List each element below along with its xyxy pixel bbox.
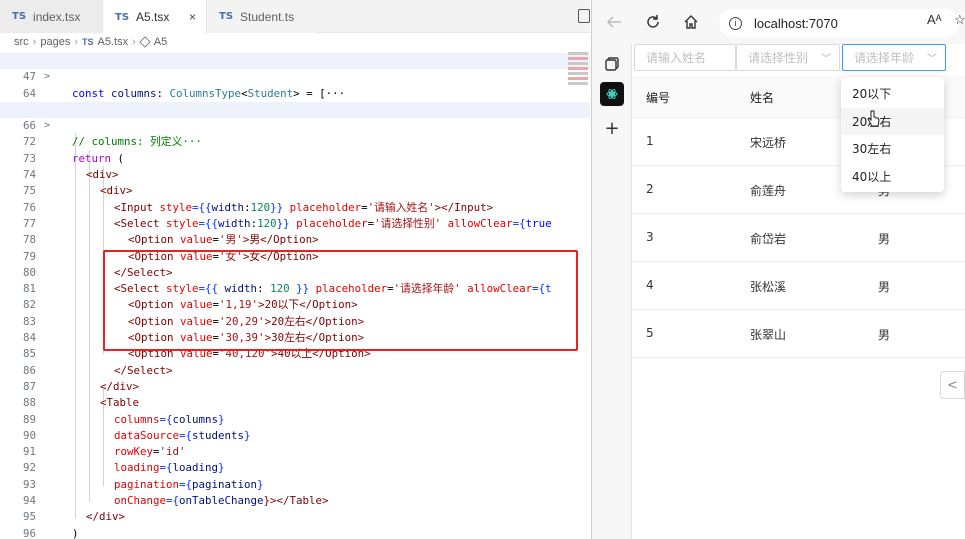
code-line: 76 <Select style={{width:120}} placehold… (0, 183, 590, 230)
typescript-file-icon: TS (219, 11, 234, 22)
age-select[interactable]: 请选择年龄 ﹀ (842, 44, 946, 71)
code-line: 47 > const columns: ColumnsType<Student> … (0, 53, 590, 100)
code-line: 77 <Option value='男'>男</Option> (0, 200, 590, 246)
typescript-file-icon: TS (12, 11, 27, 22)
web-page: 请输入姓名 请选择性别 ﹀ 请选择年龄 ﹀ 编号 姓名 1 宋远桥 2 俞莲舟 … (632, 44, 965, 539)
code-line: 79 </Select> (0, 232, 590, 279)
cell-gender: 男 (878, 328, 891, 342)
address-bar[interactable]: i localhost:7070 (719, 9, 959, 37)
code-line: 75 <Input style={{width:120}} placeholde… (0, 167, 590, 213)
cell-name: 俞莲舟 (750, 184, 787, 198)
tab-student-ts[interactable]: TS Student.ts (207, 0, 317, 33)
code-line: 92 pagination={pagination} (0, 444, 590, 490)
cell-id: 5 (646, 326, 654, 340)
column-header-id[interactable]: 编号 (646, 89, 670, 106)
split-editor-icon[interactable] (578, 9, 590, 23)
name-input-placeholder: 请输入姓名 (646, 51, 707, 65)
mouse-cursor-icon (867, 110, 880, 127)
tabs-icon[interactable] (600, 52, 624, 76)
chevron-right-icon: › (74, 36, 78, 48)
browser-toolbar: i localhost:7070 Aᴬ ☆ (592, 0, 965, 44)
cell-gender: 男 (878, 280, 891, 294)
age-option[interactable]: 40以上 (841, 163, 944, 191)
home-icon[interactable] (681, 12, 701, 32)
code-line: 91 loading={loading} (0, 428, 590, 474)
code-line: 78 <Option value='女'>女</Option> (0, 216, 590, 262)
tab-label: Student.ts (240, 9, 295, 24)
column-header-name[interactable]: 姓名 (750, 89, 774, 106)
chevron-right-icon: › (32, 36, 37, 48)
typescript-file-icon: TS (115, 11, 130, 23)
chevron-down-icon: ﹀ (927, 54, 937, 65)
breadcrumb-src[interactable]: src (14, 36, 29, 48)
star-icon[interactable]: ☆ (954, 12, 965, 28)
typescript-file-icon: TS (82, 37, 94, 47)
browser-window: i localhost:7070 Aᴬ ☆ + 请输入姓名 请选择性别 ﹀ 请选… (591, 0, 965, 539)
symbol-cube-icon (139, 36, 151, 48)
cell-id: 1 (646, 134, 654, 148)
tab-index-tsx[interactable]: TS index.tsx (0, 0, 103, 33)
code-line: 97 (0, 526, 590, 539)
breadcrumb-symbol[interactable]: A5 (154, 36, 167, 48)
cell-id: 2 (646, 182, 654, 196)
code-line: 96 } (0, 509, 590, 539)
highlight-annotation-box (103, 250, 578, 351)
code-line: 73 <div> (0, 135, 590, 181)
code-line: 88 columns={columns} (0, 379, 590, 425)
code-line: 72 return ( (0, 118, 590, 164)
editor-tab-bar: TS index.tsx TS A5.tsx × TS Student.ts (0, 0, 590, 34)
tab-label: index.tsx (33, 9, 81, 24)
code-line: 65 (0, 86, 590, 116)
gender-select-placeholder: 请选择性别 (748, 51, 809, 65)
code-line: 74 <div> (0, 151, 590, 197)
tab-a5-tsx[interactable]: TS A5.tsx × (103, 0, 207, 34)
cell-name: 张松溪 (750, 280, 787, 294)
code-line: 64 ] (0, 69, 590, 116)
table-row: 5 张翠山 男 (632, 310, 965, 358)
close-icon[interactable]: × (189, 10, 196, 24)
refresh-icon[interactable] (643, 12, 663, 32)
age-dropdown-menu: 20以下 20左右 30左右 40以上 (841, 77, 944, 192)
table-row: 4 张松溪 男 (632, 262, 965, 310)
code-line: 95 ) (0, 493, 590, 539)
breadcrumb-pages[interactable]: pages (40, 36, 70, 48)
cell-id: 4 (646, 278, 654, 292)
gender-select[interactable]: 请选择性别 ﹀ (736, 44, 840, 71)
read-aloud-icon[interactable]: Aᴬ (927, 12, 942, 27)
code-line: 89 dataSource={students} (0, 395, 590, 442)
code-line: 94 </div> (0, 477, 590, 523)
pagination-prev-button[interactable]: < (940, 371, 965, 399)
code-line: 66 > // columns: 列定义··· (0, 101, 590, 148)
age-option[interactable]: 20以下 (841, 80, 944, 108)
minimap[interactable] (568, 50, 588, 110)
info-icon[interactable]: i (729, 16, 742, 30)
age-select-placeholder: 请选择年龄 (854, 51, 915, 65)
chevron-right-icon: › (132, 36, 136, 48)
url-text: localhost:7070 (754, 15, 838, 31)
tab-label: A5.tsx (136, 10, 170, 24)
cell-name: 俞岱岩 (750, 232, 787, 246)
back-arrow-icon[interactable] (604, 12, 624, 32)
table-row: 3 俞岱岩 男 (632, 214, 965, 262)
code-editor: TS index.tsx TS A5.tsx × TS Student.ts s… (0, 0, 590, 539)
name-input[interactable]: 请输入姓名 (634, 44, 736, 71)
cell-name: 张翠山 (750, 328, 787, 342)
browser-sidebar: + (592, 44, 632, 539)
plus-icon[interactable]: + (600, 116, 624, 140)
cell-name: 宋远桥 (750, 136, 787, 150)
age-option[interactable]: 20左右 (841, 107, 944, 135)
chevron-down-icon: ﹀ (821, 54, 831, 65)
code-line: 93 onChange={onTableChange}></Table> (0, 461, 590, 507)
cell-gender: 男 (878, 232, 891, 246)
app-icon[interactable] (600, 82, 624, 106)
breadcrumb-file[interactable]: A5.tsx (98, 36, 129, 48)
age-option[interactable]: 30左右 (841, 135, 944, 163)
code-line: 90 rowKey='id' (0, 412, 590, 458)
cell-id: 3 (646, 230, 654, 244)
breadcrumb: src › pages › TS A5.tsx › A5 (0, 33, 590, 51)
code-line: 87 <Table (0, 363, 590, 409)
